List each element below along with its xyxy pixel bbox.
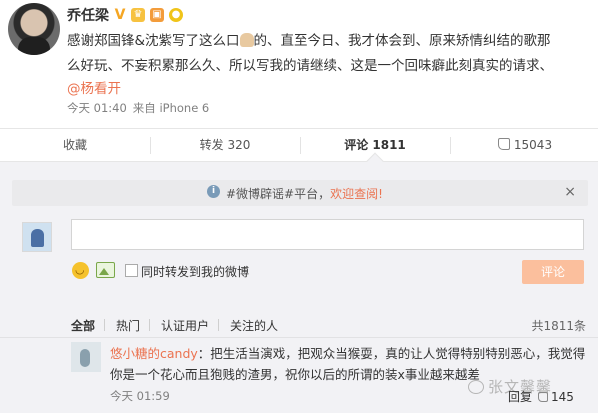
wechat-logo-icon	[468, 379, 484, 394]
thumbs-up-icon	[538, 391, 549, 402]
crown-badge-icon[interactable]: ♛	[131, 8, 145, 22]
notice-link[interactable]: 欢迎查阅!	[330, 187, 383, 201]
divider	[450, 137, 451, 154]
finger-emoji-icon	[239, 33, 254, 47]
like-count: 15043	[513, 138, 553, 152]
tab-all[interactable]: 全部	[71, 317, 95, 334]
author-avatar[interactable]	[8, 3, 60, 55]
notice-text: #微博辟谣#平台，欢迎查阅!	[226, 185, 383, 202]
comment-total: 共1811条	[531, 319, 586, 333]
post-text-line2: 么好玩、不妄积累那么久、所以写我的请继续、这是一个回味癖此刻真实的请求、	[67, 58, 553, 74]
post-meta: 今天 01:40 来自 iPhone 6	[67, 100, 209, 116]
current-user-avatar[interactable]	[22, 222, 52, 252]
tab-hot[interactable]: 热门	[116, 317, 140, 334]
divider	[218, 319, 219, 331]
emoji-icon[interactable]	[72, 262, 89, 279]
divider	[149, 319, 150, 331]
post-text-line1-part2: 的、直至今日、我才体会到、原来矫情纠结的歌那	[253, 33, 551, 49]
action-bar: 收藏 转发 320 评论 1811 15043	[0, 128, 598, 162]
commenter-name[interactable]: 悠小糖的candy	[110, 346, 198, 361]
reply-link[interactable]: 回复	[508, 388, 532, 405]
submit-comment-button[interactable]: 评论	[522, 260, 584, 284]
gift-badge-icon[interactable]: ▣	[150, 8, 164, 22]
author-name[interactable]: 乔任梁	[67, 5, 109, 25]
notice-hashtag[interactable]: #微博辟谣#平台，	[226, 187, 330, 201]
divider	[104, 319, 105, 331]
tab-verified[interactable]: 认证用户	[161, 317, 209, 334]
comment-panel: i #微博辟谣#平台，欢迎查阅! × 同时转发到我的微博 评论 全部 热门 认证…	[0, 162, 598, 413]
image-icon[interactable]	[96, 262, 115, 278]
forward-checkbox[interactable]	[125, 264, 138, 277]
forward-checkbox-label[interactable]: 同时转发到我的微博	[141, 263, 249, 280]
favorite-button[interactable]: 收藏	[10, 129, 140, 162]
tab-following[interactable]: 关注的人	[230, 317, 278, 334]
comment-filter-bar: 全部 热门 认证用户 关注的人 共1811条	[0, 312, 598, 338]
post-text: 感谢郑国锋&沈紫写了这么口 的、直至今日、我才体会到、原来矫情纠结的歌那 么好玩、…	[67, 29, 587, 79]
post-source[interactable]: 来自 iPhone 6	[133, 100, 209, 116]
comment-input[interactable]	[71, 219, 584, 250]
comment-like-count: 145	[551, 389, 574, 404]
weibo-post: 乔任梁 V ♛ ▣ ● 感谢郑国锋&沈紫写了这么口 的、直至今日、我才体会到、原来…	[0, 0, 598, 128]
close-icon[interactable]: ×	[564, 184, 576, 200]
lightbulb-badge-icon[interactable]: ●	[169, 8, 183, 22]
info-icon: i	[207, 185, 220, 198]
mention-link[interactable]: @杨看开	[67, 77, 121, 97]
comment-like-button[interactable]: 145	[538, 390, 574, 404]
forward-button[interactable]: 转发 320	[160, 129, 290, 162]
post-time[interactable]: 今天 01:40	[67, 100, 127, 116]
author-row: 乔任梁 V ♛ ▣ ●	[67, 5, 183, 25]
like-button[interactable]: 15043	[460, 129, 590, 162]
post-text-line1-part1: 感谢郑国锋&沈紫写了这么口	[67, 33, 240, 49]
thumbs-up-icon	[497, 138, 510, 150]
verified-v-icon[interactable]: V	[114, 8, 126, 22]
divider	[300, 137, 301, 154]
notice-banner: i #微博辟谣#平台，欢迎查阅! ×	[12, 180, 588, 206]
comment-time: 今天 01:59	[110, 389, 170, 403]
commenter-avatar[interactable]	[71, 342, 101, 372]
divider	[150, 137, 151, 154]
comment-actions: 回复 145	[508, 388, 574, 405]
